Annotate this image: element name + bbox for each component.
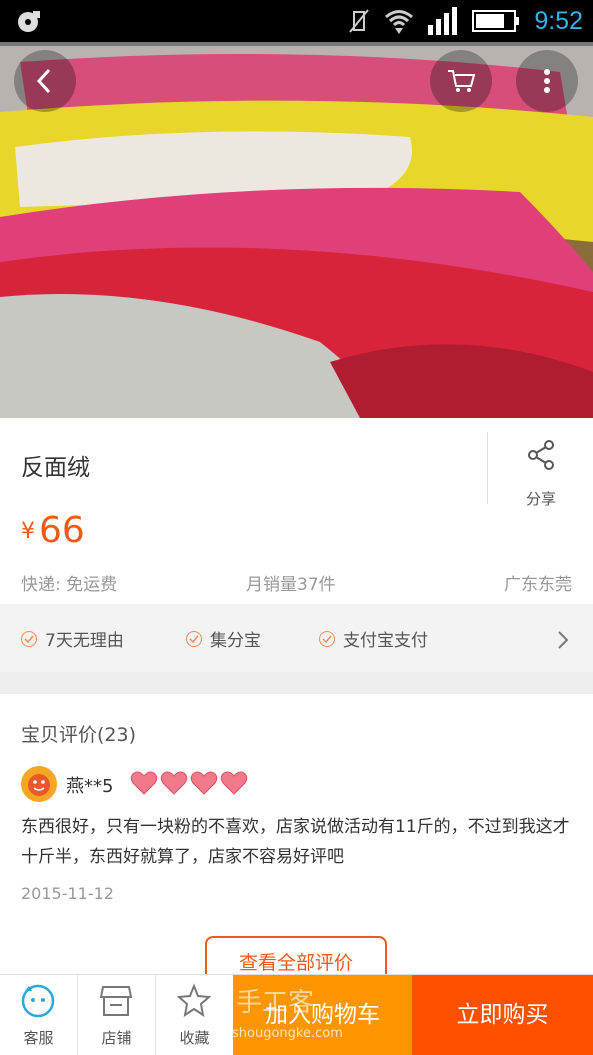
service-label: 支付宝支付 [343,631,428,651]
customer-service-button[interactable]: 客服 [0,975,78,1055]
fabric-photo [0,42,593,418]
heart-icon [190,771,218,795]
status-bar: 9:52 [0,0,593,42]
reviews-section: 宝贝评价(23) 燕**5 东西很好，只有一块粉的不喜欢，店家说做活动有11斤的… [0,694,593,986]
more-menu-button[interactable] [516,50,578,112]
reviewer-level-hearts [130,770,248,796]
reviewer-name: 燕**5 [66,776,114,797]
customer-service-icon [21,984,55,1018]
review-date: 2015-11-12 [21,884,114,903]
cart-button[interactable] [430,50,492,112]
shop-button[interactable]: 店铺 [78,975,156,1055]
share-icon [528,440,554,470]
reviews-header: 宝贝评价(23) [21,724,137,746]
chevron-right-icon [558,631,569,649]
star-icon [176,983,212,1018]
wifi-icon [385,10,414,34]
clock: 9:52 [534,6,583,35]
product-title: 反面绒 [21,455,90,481]
favorite-button[interactable]: 收藏 [156,975,234,1055]
review-text: 东西很好，只有一块粉的不喜欢，店家说做活动有11斤的，不过到我这才十斤半，东西好… [21,817,570,867]
location: 广东东莞 [504,575,572,595]
shop-icon [99,986,133,1016]
customer-service-label: 客服 [23,1029,54,1047]
heart-icon [130,771,158,795]
monthly-sales: 月销量37件 [246,575,336,595]
service-item: 7天无理由 [21,626,124,651]
shop-label: 店铺 [101,1029,132,1047]
back-button[interactable] [14,50,76,112]
chevron-left-icon [36,68,51,94]
share-label: 分享 [525,490,556,508]
service-item: 支付宝支付 [319,626,428,651]
product-image[interactable] [0,42,593,418]
notification-icon [18,11,40,32]
heart-icon [160,771,188,795]
service-label: 7天无理由 [45,631,124,651]
buy-now-button[interactable]: 立即购买 [412,975,593,1055]
check-circle-icon [186,630,202,647]
battery-icon [472,10,520,32]
check-circle-icon [319,630,335,647]
signal-icon [428,7,458,35]
add-to-cart-button[interactable]: 加入购物车 [233,975,412,1055]
check-circle-icon [21,630,37,647]
cart-icon [448,70,475,92]
share-button[interactable]: 分享 [487,432,593,508]
vibrate-icon [349,9,370,33]
more-vertical-icon [544,69,550,93]
service-label: 集分宝 [210,631,261,651]
price-value: 66 [39,510,85,551]
bottom-action-bar: 客服 店铺 收藏 加入购物车 立即购买 [0,974,593,1055]
shipping-info: 快递: 免运费 [21,575,118,595]
price-currency: ¥ [21,519,35,544]
service-item: 集分宝 [186,626,261,651]
heart-icon [220,771,248,795]
favorite-label: 收藏 [179,1029,210,1047]
section-divider [0,672,593,694]
avatar [21,766,57,802]
service-guarantees[interactable]: 7天无理由 集分宝 支付宝支付 [0,604,593,672]
product-info: 反面绒 分享 ¥66 快递: 免运费 月销量37件 广东东莞 [0,418,593,604]
product-price: ¥66 [21,510,85,551]
